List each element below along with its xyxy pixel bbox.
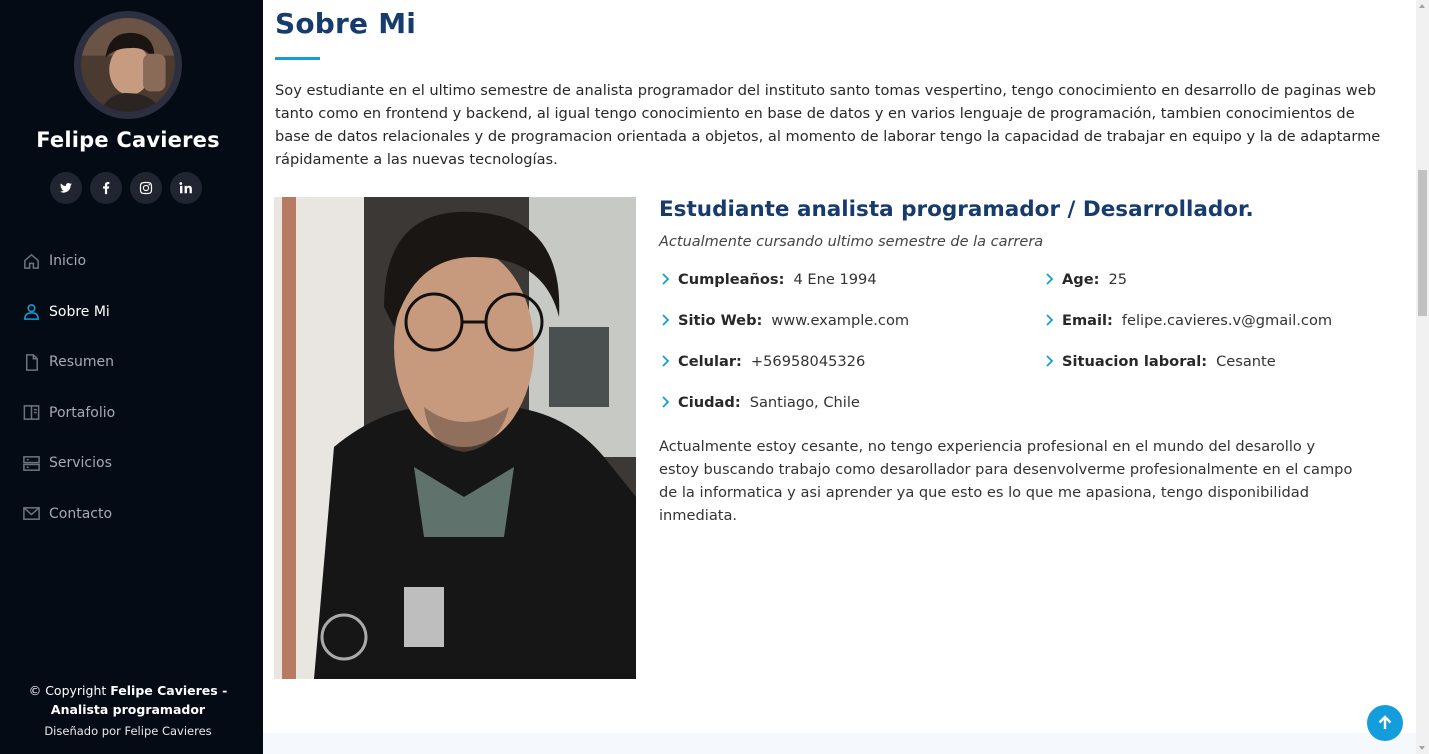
server-icon (21, 453, 41, 473)
instagram-icon (139, 181, 153, 195)
chevron-right-icon (659, 354, 673, 369)
chevron-right-icon (659, 395, 673, 410)
nav-item-label: Portafolio (49, 404, 116, 421)
chevron-right-icon (659, 272, 673, 287)
role-title: Estudiante analista programador / Desarr… (659, 197, 1254, 222)
info-label: Cumpleaños: (678, 271, 785, 288)
nav-item-label: Inicio (49, 253, 87, 270)
linkedin-link[interactable] (170, 172, 202, 204)
info-value: 4 Ene 1994 (793, 271, 877, 288)
avatar (74, 11, 182, 119)
profile-photo (274, 197, 636, 679)
book-icon (21, 403, 41, 423)
copyright-role: Analista programador (50, 702, 206, 717)
info-value: +56958045326 (750, 353, 866, 370)
info-email: Email: felipe.cavieres.v@gmail.com (1043, 312, 1332, 329)
social-links (50, 172, 202, 204)
info-label: Celular: (678, 353, 742, 370)
info-value: felipe.cavieres.v@gmail.com (1121, 312, 1333, 329)
file-icon (21, 352, 41, 372)
twitter-icon (59, 183, 73, 193)
info-age: Age: 25 (1043, 271, 1127, 288)
arrow-up-icon (1378, 715, 1392, 729)
info-label: Age: (1062, 271, 1100, 288)
info-value: www.example.com (771, 312, 910, 329)
main-content: Sobre Mi Soy estudiante en el ultimo sem… (263, 0, 1416, 754)
chevron-right-icon (1043, 313, 1057, 328)
copyright: © Copyright Felipe Cavieres - Analista p… (0, 681, 256, 719)
copyright-name: Felipe Cavieres - (110, 683, 228, 698)
nav-menu: Inicio Sobre Mi Resumen Portafolio Servi… (0, 236, 263, 539)
info-website: Sitio Web: www.example.com (659, 312, 909, 329)
description-paragraph: Actualmente estoy cesante, no tengo expe… (659, 438, 1353, 524)
nav-item-sobre-mi[interactable]: Sobre Mi (0, 287, 263, 338)
home-icon (21, 251, 41, 271)
info-label: Situacion laboral: (1062, 353, 1208, 370)
info-phone: Celular: +56958045326 (659, 353, 865, 370)
info-value: Santiago, Chile (749, 394, 860, 411)
next-section-band (263, 733, 1416, 754)
copyright-prefix: © Copyright (28, 683, 111, 698)
title-underline (275, 57, 320, 60)
envelope-icon (21, 504, 41, 524)
section-title: Sobre Mi (275, 7, 417, 40)
facebook-icon (103, 181, 110, 195)
nav-item-label: Resumen (49, 354, 115, 371)
scrollbar[interactable] (1416, 0, 1429, 754)
nav-item-inicio[interactable]: Inicio (0, 236, 263, 287)
profile-name: Felipe Cavieres (36, 128, 220, 152)
linkedin-icon (179, 182, 192, 194)
nav-item-portafolio[interactable]: Portafolio (0, 388, 263, 439)
info-birthday: Cumpleaños: 4 Ene 1994 (659, 271, 877, 288)
info-label: Sitio Web: (678, 312, 763, 329)
role-subtitle: Actualmente cursando ultimo semestre de … (659, 234, 1044, 250)
info-status: Situacion laboral: Cesante (1043, 353, 1276, 370)
twitter-link[interactable] (50, 172, 82, 204)
nav-item-contacto[interactable]: Contacto (0, 489, 263, 540)
instagram-link[interactable] (130, 172, 162, 204)
info-value: 25 (1108, 271, 1128, 288)
back-to-top-button[interactable] (1367, 705, 1403, 741)
nav-item-servicios[interactable]: Servicios (0, 438, 263, 489)
facebook-link[interactable] (90, 172, 122, 204)
info-city: Ciudad: Santiago, Chile (659, 394, 860, 411)
intro-paragraph: Soy estudiante en el ultimo semestre de … (275, 82, 1381, 168)
about-details: Estudiante analista programador / Desarr… (659, 196, 1399, 524)
person-icon (21, 302, 41, 322)
nav-item-label: Contacto (49, 505, 113, 522)
scroll-up-arrow-icon[interactable] (1419, 4, 1425, 8)
chevron-right-icon (1043, 272, 1057, 287)
sidebar: Felipe Cavieres Inicio Sobre Mi Resumen (0, 0, 263, 754)
chevron-right-icon (1043, 354, 1057, 369)
nav-item-label: Servicios (49, 455, 112, 472)
scroll-down-arrow-icon[interactable] (1419, 746, 1425, 750)
credits: Diseñado por Felipe Cavieres (44, 724, 212, 738)
info-value: Cesante (1216, 353, 1276, 370)
nav-item-resumen[interactable]: Resumen (0, 337, 263, 388)
nav-item-label: Sobre Mi (49, 303, 110, 320)
scrollbar-thumb[interactable] (1418, 170, 1427, 316)
info-label: Ciudad: (678, 394, 741, 411)
info-label: Email: (1062, 312, 1113, 329)
chevron-right-icon (659, 313, 673, 328)
